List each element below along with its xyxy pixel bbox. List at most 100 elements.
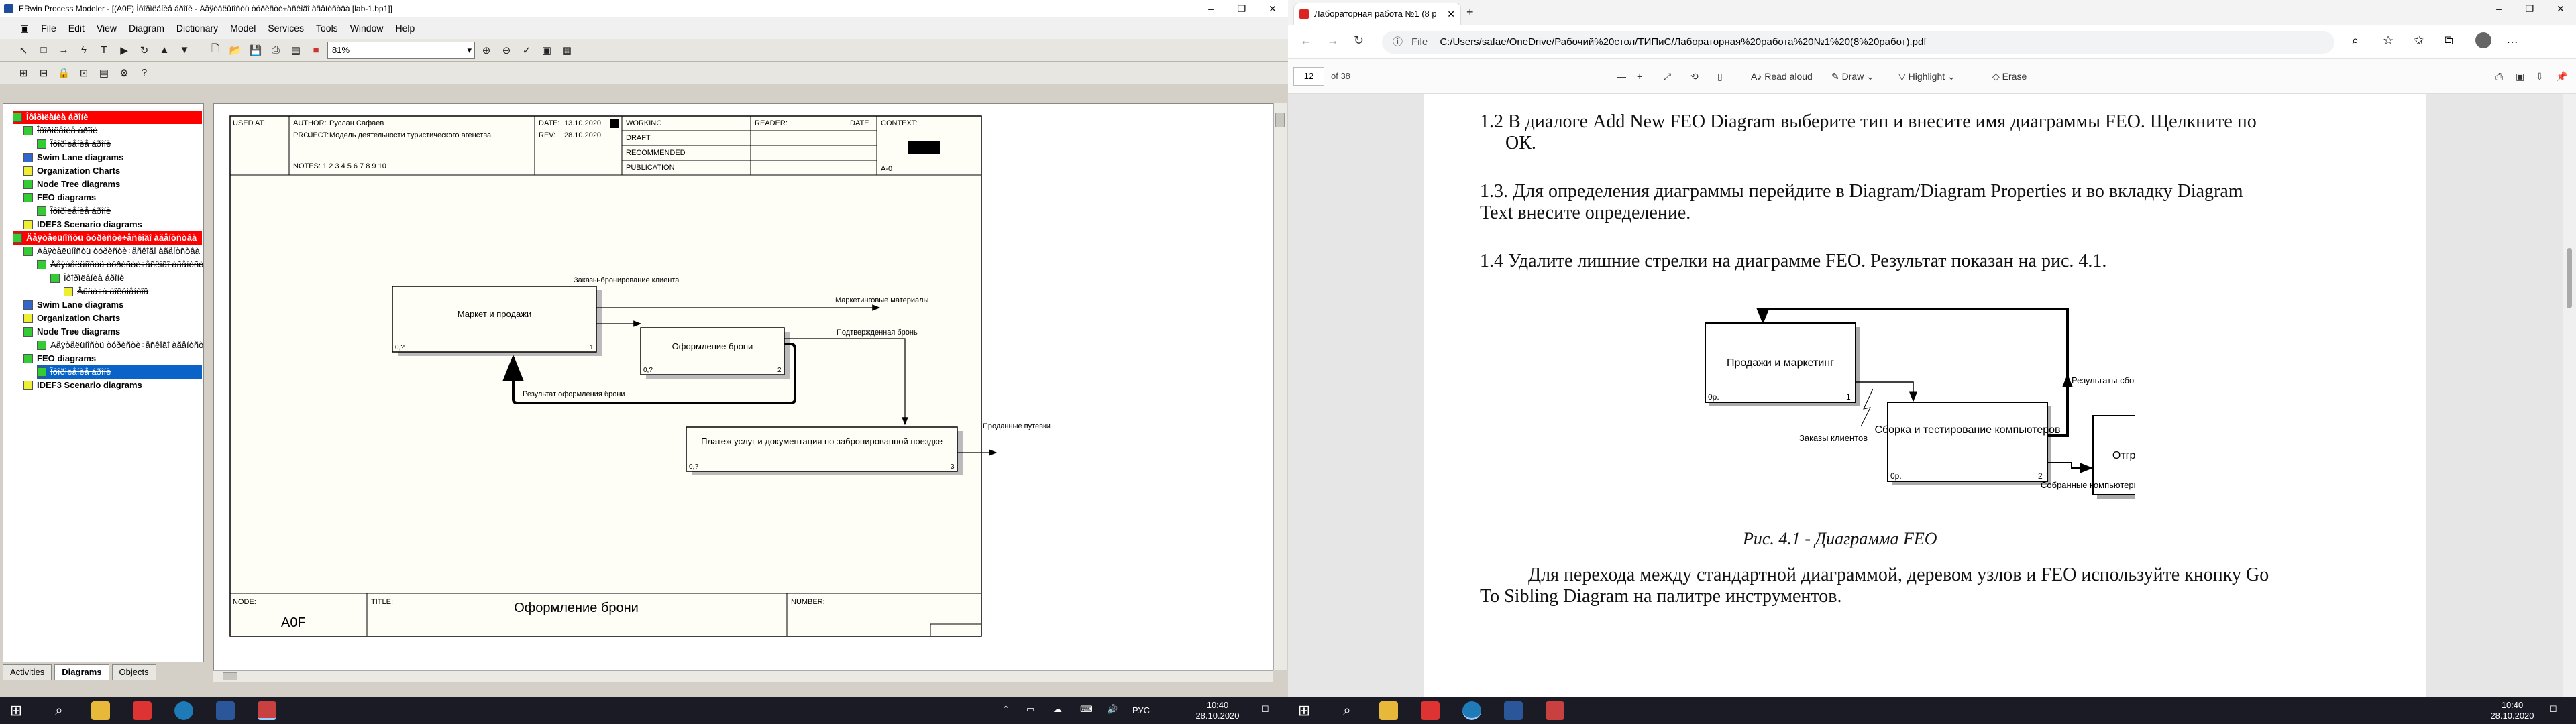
tree-item[interactable]: Organization Charts (23, 312, 120, 325)
tree-item[interactable]: FEO diagrams (23, 191, 96, 204)
tray-chevron-icon[interactable]: ⌃ (1002, 704, 1010, 715)
menu-tools[interactable]: Tools (312, 23, 342, 34)
cloud-icon[interactable]: ☁ (1053, 704, 1062, 715)
text-tool-icon[interactable]: T (95, 42, 113, 59)
menu-services[interactable]: Services (264, 23, 308, 34)
canvas-vertical-scrollbar[interactable] (1273, 103, 1287, 670)
spell-check-icon[interactable]: ✓ (518, 42, 535, 59)
notifications-icon[interactable]: ☐ (1261, 704, 1269, 715)
favorite-icon[interactable]: ☆ (2383, 34, 2394, 48)
zoom-select[interactable]: 81% (327, 41, 475, 59)
forward-icon[interactable]: → (1327, 34, 1339, 48)
tree-item[interactable]: Îôîðìëåíèå áðîíè (37, 204, 111, 218)
close-icon[interactable]: ✕ (1257, 0, 1288, 17)
new-tab-icon[interactable]: + (1466, 5, 1474, 19)
lang-indicator[interactable]: РУС (1132, 705, 1150, 715)
search-icon[interactable]: ⌕ (1338, 701, 1356, 720)
print-icon[interactable]: ⎙ (2496, 67, 2503, 86)
color-icon[interactable]: ■ (307, 42, 325, 59)
restore-icon[interactable]: ❐ (2514, 0, 2545, 17)
close-icon[interactable]: ✕ (2545, 0, 2576, 17)
restore-icon[interactable]: ❐ (1226, 0, 1257, 17)
erase-button[interactable]: ◇ Erase (1992, 67, 2027, 86)
arrow-tool-icon[interactable]: → (55, 42, 72, 59)
activity-box-1[interactable] (392, 286, 597, 353)
favorites-bar-icon[interactable]: ✩ (2414, 34, 2424, 48)
notifications-icon[interactable]: ☐ (2549, 704, 2557, 715)
more-icon[interactable]: … (2506, 32, 2518, 46)
menu-file[interactable]: File (37, 23, 60, 34)
edge-icon[interactable] (1462, 701, 1481, 720)
rotate-icon[interactable]: ⟲ (1690, 67, 1699, 86)
tree-item[interactable]: IDEF3 Scenario diagrams (23, 379, 142, 392)
tree-item[interactable]: Âûäà÷à äîêóìåíòîâ (64, 285, 148, 298)
report-icon[interactable]: ▤ (287, 42, 305, 59)
search-icon[interactable]: ⌕ (50, 701, 68, 720)
zoom-in-icon[interactable]: ⊕ (478, 42, 495, 59)
refresh-icon[interactable]: ↻ (1354, 34, 1364, 48)
tree-item[interactable]: Äåÿòåëüíîñòü òóðèñòè÷åñêîãî àãåíòñòâà (13, 231, 202, 245)
squiggle-tool-icon[interactable]: ϟ (75, 42, 93, 59)
new-icon[interactable]: 🗋 (207, 42, 224, 59)
network-icon[interactable]: ⌨ (1080, 704, 1093, 715)
highlight-button[interactable]: ▽ Highlight ⌄ (1898, 67, 1955, 86)
scroll-thumb[interactable] (223, 672, 237, 680)
page-number-input[interactable]: 12 (1293, 67, 1324, 86)
diagram-dictionary-icon[interactable]: ▶ (115, 42, 133, 59)
tree-item[interactable]: Îôîðìëåíèå áðîíè (50, 272, 124, 285)
menu-edit[interactable]: Edit (64, 23, 89, 34)
go-to-child-icon[interactable]: ▼ (176, 42, 193, 59)
activity-box-3[interactable] (686, 426, 958, 472)
zoom-out-icon[interactable]: — (1617, 67, 1626, 86)
mart-merge-icon[interactable]: ⊡ (75, 64, 93, 82)
erwin-taskbar-icon[interactable] (258, 701, 276, 720)
tab-diagrams[interactable]: Diagrams (54, 664, 109, 680)
mart-help-icon[interactable]: ? (136, 64, 153, 82)
tree-item[interactable]: Swim Lane diagrams (23, 151, 123, 164)
model-explorer-icon[interactable]: ▣ (538, 42, 555, 59)
zoom-in-icon[interactable]: + (1637, 67, 1642, 86)
clock[interactable]: 10:40 28.10.2020 (2489, 700, 2536, 721)
collections-icon[interactable]: ⧉ (2445, 34, 2453, 48)
erwin-taskbar-icon[interactable] (1546, 701, 1564, 720)
tree-item[interactable]: FEO diagrams (23, 352, 96, 365)
canvas-horizontal-scrollbar[interactable] (213, 670, 1273, 682)
tree-item[interactable]: Îôîðìëåíèå áðîíè (23, 124, 97, 137)
tree-item[interactable]: Äåÿòåëüíîñòü òóðèñòè÷åñêîãî àãåíòñòâà (37, 339, 203, 352)
tree-item[interactable]: Swim Lane diagrams (23, 298, 123, 312)
scroll-thumb[interactable] (2567, 248, 2572, 308)
zoom-icon[interactable]: ⌕ (2352, 34, 2359, 48)
close-tab-icon[interactable]: ✕ (1447, 3, 1455, 25)
pin-icon[interactable]: 📌 (2556, 67, 2567, 86)
draw-button[interactable]: ✎ Draw ⌄ (1831, 67, 1874, 86)
tree-item[interactable]: Organization Charts (23, 164, 120, 178)
save-as-icon[interactable]: ⇩ (2536, 67, 2544, 86)
mart-report-icon[interactable]: ▤ (95, 64, 113, 82)
browser-tab[interactable]: Лабораторная работа №1 (8 р ✕ (1293, 3, 1461, 25)
tab-objects[interactable]: Objects (111, 664, 156, 680)
tree-item[interactable]: IDEF3 Scenario diagrams (23, 218, 142, 231)
go-to-sibling-icon[interactable]: ↻ (136, 42, 153, 59)
mdi-icon[interactable]: ▣ (16, 23, 33, 34)
minimize-icon[interactable]: – (2483, 0, 2514, 17)
mart-options-icon[interactable]: ⚙ (115, 64, 133, 82)
mart-connect-icon[interactable]: ⊞ (15, 64, 32, 82)
mart-lock-icon[interactable]: 🔒 (55, 64, 72, 82)
activity-box-2[interactable] (640, 327, 785, 375)
windows-start-icon[interactable]: ⊞ (1295, 701, 1313, 720)
menu-window[interactable]: Window (346, 23, 388, 34)
menu-model[interactable]: Model (226, 23, 260, 34)
battery-icon[interactable]: ▭ (1026, 704, 1034, 715)
windows-start-icon[interactable]: ⊞ (7, 701, 25, 720)
menu-dictionary[interactable]: Dictionary (172, 23, 222, 34)
url-input[interactable]: ⓘ File C:/Users/safae/OneDrive/Рабочий%2… (1382, 31, 2334, 54)
info-icon[interactable]: ⓘ (1393, 31, 1403, 54)
tree-item[interactable]: Node Tree diagrams (23, 325, 120, 339)
diagram-canvas[interactable]: USED AT: AUTHOR: Руслан Сафаев PROJECT: … (213, 103, 1273, 682)
word-icon[interactable] (216, 701, 235, 720)
tree-item[interactable]: Îôîðìëåíèå áðîíè (37, 137, 111, 151)
yandex-browser-icon[interactable] (133, 701, 152, 720)
tree-item[interactable]: Äåÿòåëüíîñòü òóðèñòè÷åñêîãî àãåíòñòâà (23, 245, 200, 258)
back-icon[interactable]: ← (1300, 34, 1312, 48)
clock[interactable]: 10:40 28.10.2020 (1194, 700, 1241, 721)
